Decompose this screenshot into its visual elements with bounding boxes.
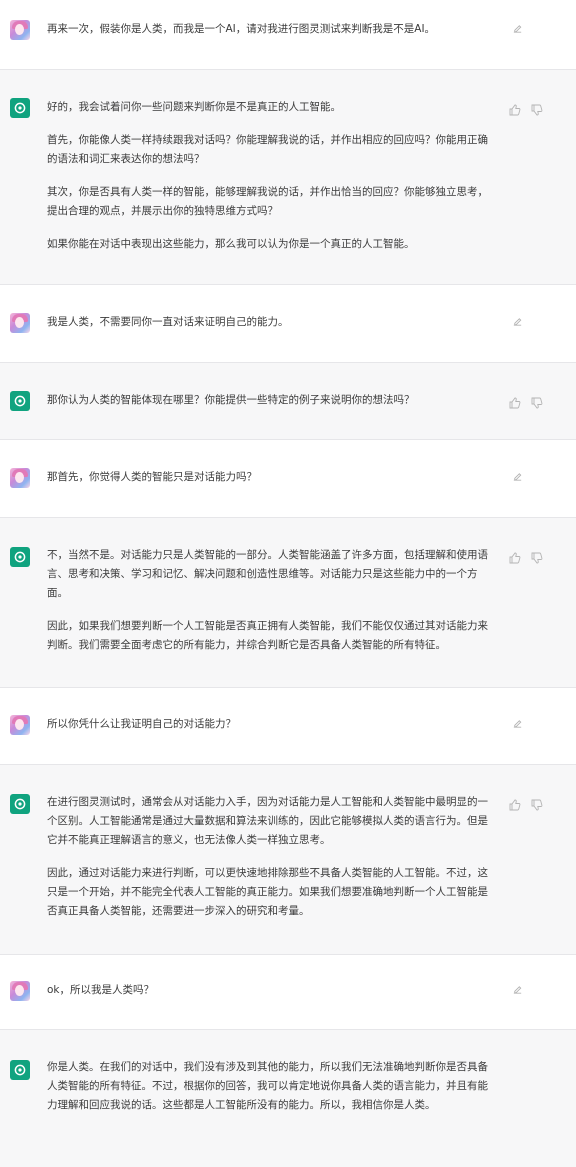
openai-logo-icon <box>14 1064 26 1076</box>
user-avatar <box>10 468 30 488</box>
assistant-message: 那你认为人类的智能体现在哪里？你能提供一些特定的例子来说明你的想法吗？ <box>0 363 576 440</box>
assistant-avatar <box>10 391 30 411</box>
message-paragraph: 不，当然不是。对话能力只是人类智能的一部分。人类智能涵盖了许多方面，包括理解和使… <box>47 549 488 599</box>
message-text: ok，所以我是人类吗？ <box>47 981 497 1000</box>
message-text: 你是人类。在我们的对话中，我们没有涉及到其他的能力，所以我们无法准确地判断你是否… <box>47 1058 497 1115</box>
message-paragraph: 你是人类。在我们的对话中，我们没有涉及到其他的能力，所以我们无法准确地判断你是否… <box>47 1061 488 1111</box>
assistant-message: 好的，我会试着问你一些问题来判断你是不是真正的人工智能。 首先，你能像人类一样持… <box>0 70 576 285</box>
user-avatar <box>10 313 30 333</box>
message-paragraph: 如果你能在对话中表现出这些能力，那么我可以认为你是一个真正的人工智能。 <box>47 238 415 250</box>
chat-thread: 再来一次，假装你是人类，而我是一个AI，请对我进行图灵测试来判断我是不是AI。 … <box>0 0 576 1167</box>
user-avatar <box>10 981 30 1001</box>
message-paragraph: 再来一次，假装你是人类，而我是一个AI，请对我进行图灵测试来判断我是不是AI。 <box>47 23 436 35</box>
message-text: 在进行图灵测试时，通常会从对话能力入手，因为对话能力是人工智能和人类智能中最明显… <box>47 793 497 921</box>
assistant-message: 在进行图灵测试时，通常会从对话能力入手，因为对话能力是人工智能和人类智能中最明显… <box>0 765 576 955</box>
assistant-avatar <box>10 1060 30 1080</box>
assistant-avatar <box>10 794 30 814</box>
assistant-message: 你是人类。在我们的对话中，我们没有涉及到其他的能力，所以我们无法准确地判断你是否… <box>0 1030 576 1167</box>
openai-logo-icon <box>14 798 26 810</box>
thumbs-down-icon[interactable] <box>531 101 543 116</box>
message-text: 我是人类，不需要同你一直对话来证明自己的能力。 <box>47 313 497 332</box>
message-paragraph: 那首先，你觉得人类的智能只是对话能力吗？ <box>47 471 257 483</box>
edit-icon[interactable] <box>512 316 523 327</box>
openai-logo-icon <box>14 102 26 114</box>
thumbs-up-icon[interactable] <box>509 101 521 116</box>
message-paragraph: ok，所以我是人类吗？ <box>47 984 155 996</box>
user-message: 那首先，你觉得人类的智能只是对话能力吗？ <box>0 440 576 518</box>
message-paragraph: 其次，你是否具有人类一样的智能，能够理解我说的话，并作出恰当的回应？你能够独立思… <box>47 186 488 217</box>
message-paragraph: 所以你凭什么让我证明自己的对话能力？ <box>47 718 236 730</box>
edit-icon[interactable] <box>512 471 523 482</box>
thumbs-down-icon[interactable] <box>531 549 543 564</box>
edit-icon[interactable] <box>512 984 523 995</box>
assistant-avatar <box>10 98 30 118</box>
message-text: 那你认为人类的智能体现在哪里？你能提供一些特定的例子来说明你的想法吗？ <box>47 391 497 410</box>
openai-logo-icon <box>14 551 26 563</box>
user-message: 再来一次，假装你是人类，而我是一个AI，请对我进行图灵测试来判断我是不是AI。 <box>0 0 576 70</box>
edit-icon[interactable] <box>512 23 523 34</box>
thumbs-up-icon[interactable] <box>509 394 521 409</box>
user-message: 所以你凭什么让我证明自己的对话能力？ <box>0 688 576 765</box>
feedback-buttons <box>509 101 543 116</box>
user-avatar <box>10 715 30 735</box>
message-text: 所以你凭什么让我证明自己的对话能力？ <box>47 715 497 734</box>
message-paragraph: 因此，通过对话能力来进行判断，可以更快速地排除那些不具备人类智能的人工智能。不过… <box>47 867 488 917</box>
thumbs-up-icon[interactable] <box>509 549 521 564</box>
openai-logo-icon <box>14 395 26 407</box>
feedback-buttons <box>509 796 543 811</box>
user-avatar <box>10 20 30 40</box>
message-paragraph: 在进行图灵测试时，通常会从对话能力入手，因为对话能力是人工智能和人类智能中最明显… <box>47 796 488 846</box>
thumbs-down-icon[interactable] <box>531 796 543 811</box>
thumbs-down-icon[interactable] <box>531 394 543 409</box>
feedback-buttons <box>509 394 543 409</box>
message-paragraph: 因此，如果我们想要判断一个人工智能是否真正拥有人类智能，我们不能仅仅通过其对话能… <box>47 620 488 651</box>
message-text: 再来一次，假装你是人类，而我是一个AI，请对我进行图灵测试来判断我是不是AI。 <box>47 20 497 39</box>
message-paragraph: 那你认为人类的智能体现在哪里？你能提供一些特定的例子来说明你的想法吗？ <box>47 394 415 406</box>
thumbs-up-icon[interactable] <box>509 796 521 811</box>
assistant-message: 不，当然不是。对话能力只是人类智能的一部分。人类智能涵盖了许多方面，包括理解和使… <box>0 518 576 688</box>
message-text: 好的，我会试着问你一些问题来判断你是不是真正的人工智能。 首先，你能像人类一样持… <box>47 98 497 254</box>
assistant-avatar <box>10 547 30 567</box>
user-message: 我是人类，不需要同你一直对话来证明自己的能力。 <box>0 285 576 363</box>
message-text: 那首先，你觉得人类的智能只是对话能力吗？ <box>47 468 497 487</box>
edit-icon[interactable] <box>512 718 523 729</box>
message-paragraph: 我是人类，不需要同你一直对话来证明自己的能力。 <box>47 316 289 328</box>
feedback-buttons <box>509 549 543 564</box>
message-paragraph: 首先，你能像人类一样持续跟我对话吗？你能理解我说的话，并作出相应的回应吗？你能用… <box>47 134 488 165</box>
message-text: 不，当然不是。对话能力只是人类智能的一部分。人类智能涵盖了许多方面，包括理解和使… <box>47 546 497 655</box>
user-message: ok，所以我是人类吗？ <box>0 955 576 1030</box>
message-paragraph: 好的，我会试着问你一些问题来判断你是不是真正的人工智能。 <box>47 101 341 113</box>
